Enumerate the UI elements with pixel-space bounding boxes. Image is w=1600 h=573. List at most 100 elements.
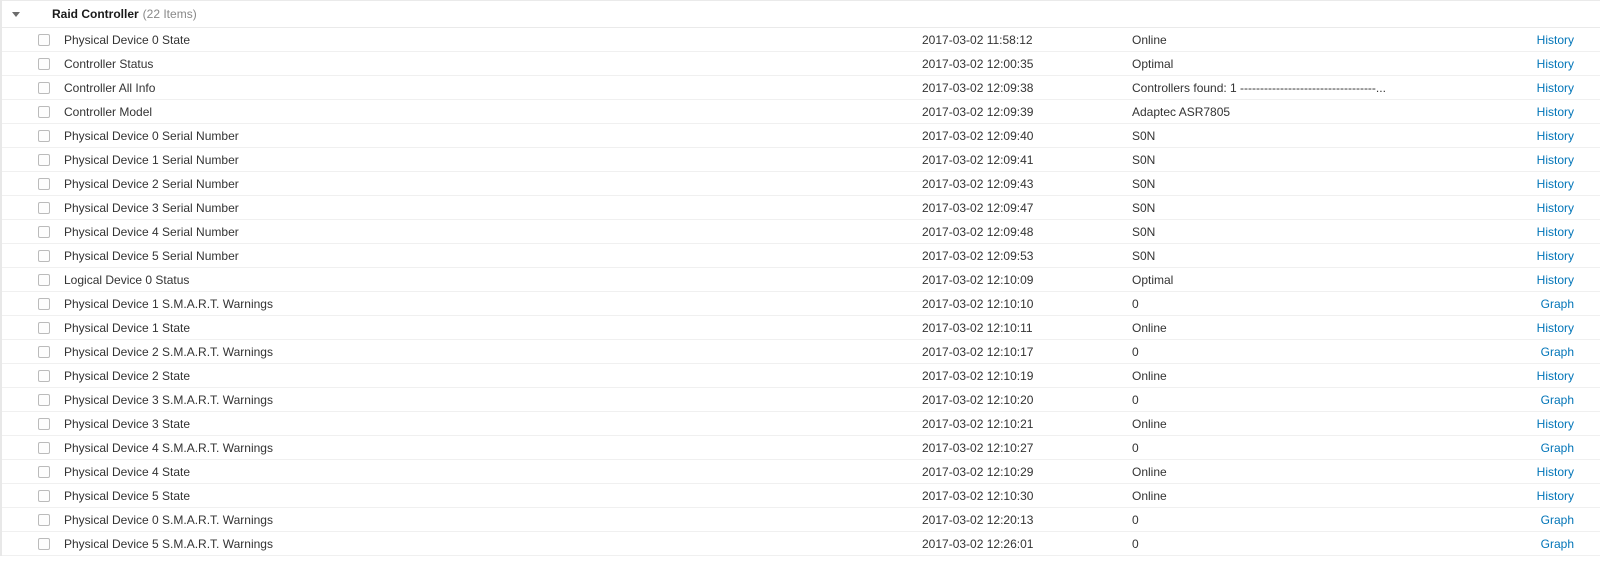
action-cell: History xyxy=(1532,201,1592,215)
item-timestamp: 2017-03-02 12:09:47 xyxy=(922,201,1132,215)
action-cell: History xyxy=(1532,177,1592,191)
row-checkbox[interactable] xyxy=(38,82,50,94)
row-checkbox[interactable] xyxy=(38,538,50,550)
item-value: Controllers found: 1 -------------------… xyxy=(1132,81,1532,95)
item-name: Physical Device 3 Serial Number xyxy=(62,201,922,215)
item-value: Online xyxy=(1132,465,1532,479)
history-link[interactable]: History xyxy=(1537,369,1574,383)
row-checkbox[interactable] xyxy=(38,226,50,238)
checkbox-cell xyxy=(38,226,62,238)
item-timestamp: 2017-03-02 12:00:35 xyxy=(922,57,1132,71)
item-value: 0 xyxy=(1132,441,1532,455)
checkbox-cell xyxy=(38,58,62,70)
item-value: 0 xyxy=(1132,393,1532,407)
table-row: Physical Device 2 S.M.A.R.T. Warnings201… xyxy=(2,340,1600,364)
row-checkbox[interactable] xyxy=(38,106,50,118)
table-row: Physical Device 2 Serial Number2017-03-0… xyxy=(2,172,1600,196)
item-timestamp: 2017-03-02 12:09:41 xyxy=(922,153,1132,167)
row-checkbox[interactable] xyxy=(38,322,50,334)
item-timestamp: 2017-03-02 12:26:01 xyxy=(922,537,1132,551)
row-checkbox[interactable] xyxy=(38,154,50,166)
graph-link[interactable]: Graph xyxy=(1541,393,1574,407)
row-checkbox[interactable] xyxy=(38,442,50,454)
history-link[interactable]: History xyxy=(1537,105,1574,119)
item-value: S0N xyxy=(1132,201,1532,215)
table-row: Physical Device 2 State2017-03-02 12:10:… xyxy=(2,364,1600,388)
row-checkbox[interactable] xyxy=(38,466,50,478)
history-link[interactable]: History xyxy=(1537,273,1574,287)
history-link[interactable]: History xyxy=(1537,201,1574,215)
item-name: Physical Device 2 S.M.A.R.T. Warnings xyxy=(62,345,922,359)
item-timestamp: 2017-03-02 12:09:53 xyxy=(922,249,1132,263)
history-link[interactable]: History xyxy=(1537,321,1574,335)
table-row: Physical Device 4 Serial Number2017-03-0… xyxy=(2,220,1600,244)
row-checkbox[interactable] xyxy=(38,250,50,262)
group-count: (22 Items) xyxy=(143,7,197,21)
checkbox-cell xyxy=(38,346,62,358)
row-checkbox[interactable] xyxy=(38,178,50,190)
history-link[interactable]: History xyxy=(1537,225,1574,239)
action-cell: Graph xyxy=(1532,441,1592,455)
group-header-row[interactable]: Raid Controller (22 Items) xyxy=(2,0,1600,28)
table-row: Physical Device 4 State2017-03-02 12:10:… xyxy=(2,460,1600,484)
item-name: Physical Device 0 State xyxy=(62,33,922,47)
graph-link[interactable]: Graph xyxy=(1541,297,1574,311)
row-checkbox[interactable] xyxy=(38,346,50,358)
history-link[interactable]: History xyxy=(1537,417,1574,431)
row-checkbox[interactable] xyxy=(38,418,50,430)
history-link[interactable]: History xyxy=(1537,249,1574,263)
history-link[interactable]: History xyxy=(1537,33,1574,47)
row-checkbox[interactable] xyxy=(38,394,50,406)
row-checkbox[interactable] xyxy=(38,274,50,286)
history-link[interactable]: History xyxy=(1537,129,1574,143)
checkbox-cell xyxy=(38,130,62,142)
item-name: Physical Device 0 S.M.A.R.T. Warnings xyxy=(62,513,922,527)
item-timestamp: 2017-03-02 12:09:40 xyxy=(922,129,1132,143)
row-checkbox[interactable] xyxy=(38,370,50,382)
item-value: 0 xyxy=(1132,345,1532,359)
history-link[interactable]: History xyxy=(1537,81,1574,95)
item-timestamp: 2017-03-02 12:10:19 xyxy=(922,369,1132,383)
row-checkbox[interactable] xyxy=(38,298,50,310)
item-timestamp: 2017-03-02 12:09:48 xyxy=(922,225,1132,239)
history-link[interactable]: History xyxy=(1537,489,1574,503)
item-timestamp: 2017-03-02 12:09:43 xyxy=(922,177,1132,191)
history-link[interactable]: History xyxy=(1537,57,1574,71)
row-checkbox[interactable] xyxy=(38,490,50,502)
item-name: Physical Device 2 State xyxy=(62,369,922,383)
history-link[interactable]: History xyxy=(1537,465,1574,479)
item-value: Optimal xyxy=(1132,57,1532,71)
action-cell: History xyxy=(1532,321,1592,335)
action-cell: History xyxy=(1532,249,1592,263)
table-row: Logical Device 0 Status2017-03-02 12:10:… xyxy=(2,268,1600,292)
graph-link[interactable]: Graph xyxy=(1541,345,1574,359)
row-checkbox[interactable] xyxy=(38,514,50,526)
table-row: Physical Device 0 S.M.A.R.T. Warnings201… xyxy=(2,508,1600,532)
graph-link[interactable]: Graph xyxy=(1541,441,1574,455)
item-name: Controller Model xyxy=(62,105,922,119)
item-value: Online xyxy=(1132,489,1532,503)
row-checkbox[interactable] xyxy=(38,34,50,46)
checkbox-cell xyxy=(38,538,62,550)
table-row: Controller All Info2017-03-02 12:09:38Co… xyxy=(2,76,1600,100)
checkbox-cell xyxy=(38,394,62,406)
item-timestamp: 2017-03-02 12:20:13 xyxy=(922,513,1132,527)
item-value: S0N xyxy=(1132,225,1532,239)
checkbox-cell xyxy=(38,274,62,286)
item-name: Controller Status xyxy=(62,57,922,71)
row-checkbox[interactable] xyxy=(38,58,50,70)
row-checkbox[interactable] xyxy=(38,130,50,142)
history-link[interactable]: History xyxy=(1537,177,1574,191)
graph-link[interactable]: Graph xyxy=(1541,537,1574,551)
history-link[interactable]: History xyxy=(1537,153,1574,167)
checkbox-cell xyxy=(38,154,62,166)
item-timestamp: 2017-03-02 12:09:38 xyxy=(922,81,1132,95)
item-timestamp: 2017-03-02 12:10:29 xyxy=(922,465,1132,479)
row-checkbox[interactable] xyxy=(38,202,50,214)
item-name: Physical Device 1 Serial Number xyxy=(62,153,922,167)
checkbox-cell xyxy=(38,298,62,310)
action-cell: History xyxy=(1532,81,1592,95)
graph-link[interactable]: Graph xyxy=(1541,513,1574,527)
table-row: Physical Device 5 State2017-03-02 12:10:… xyxy=(2,484,1600,508)
checkbox-cell xyxy=(38,514,62,526)
